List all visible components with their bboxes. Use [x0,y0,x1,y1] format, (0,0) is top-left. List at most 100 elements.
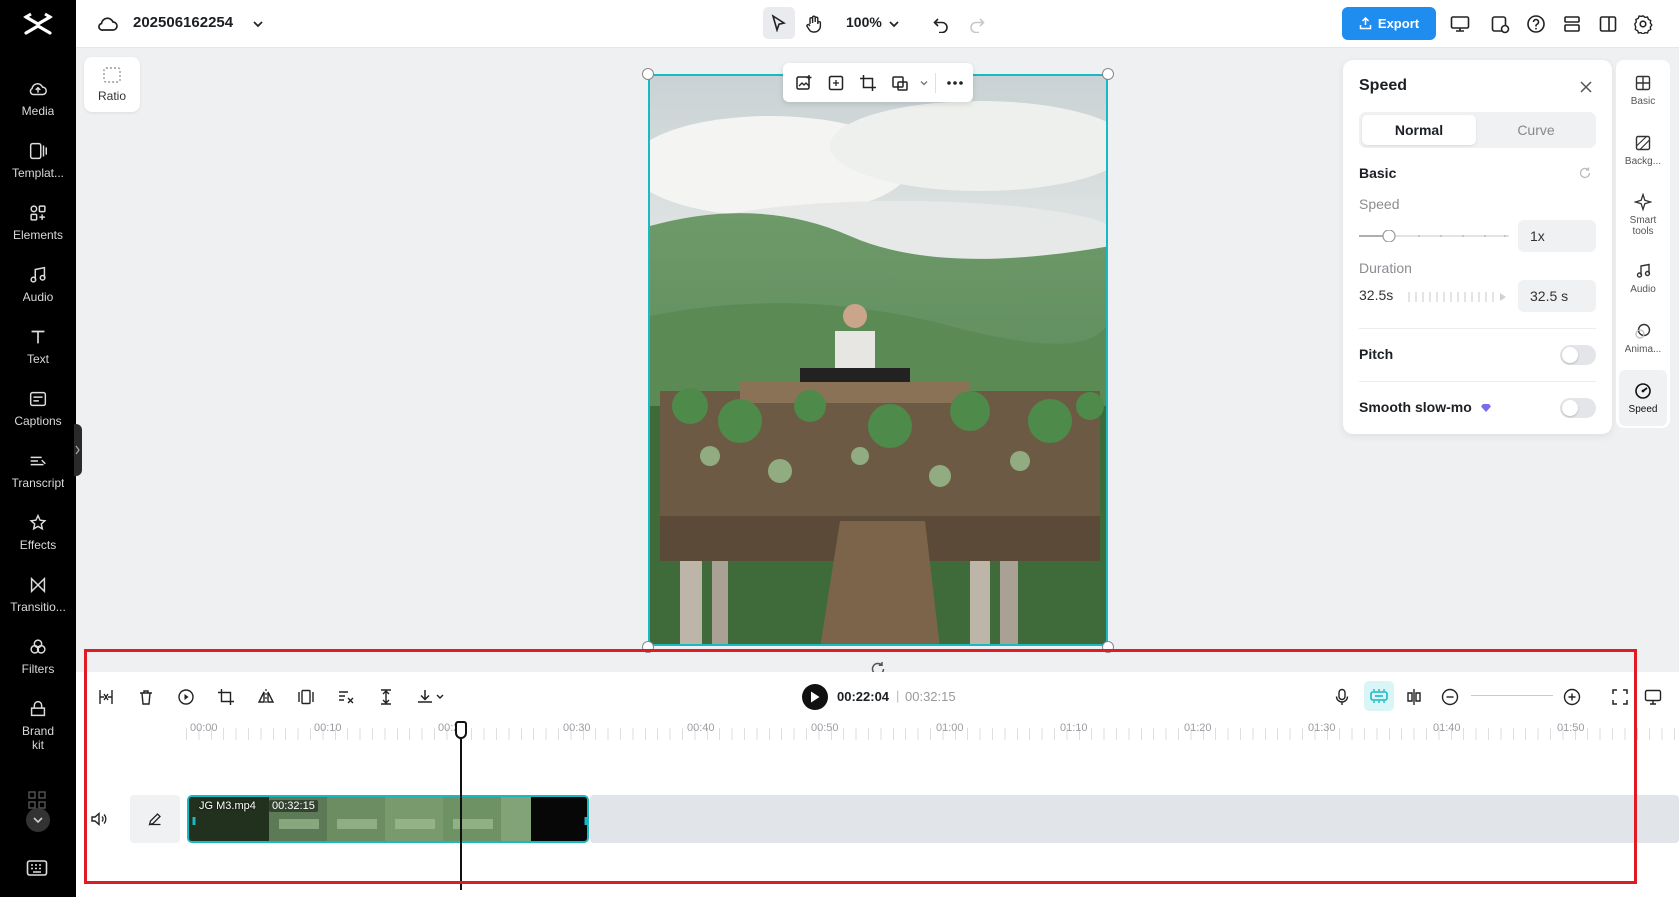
tab-speed[interactable]: Speed [1619,370,1667,426]
expand-more-button[interactable] [26,808,50,832]
settings-gear-icon[interactable] [1631,12,1655,36]
fit-screen-icon[interactable] [823,70,849,96]
speed-slider[interactable] [1359,230,1509,242]
flip-icon[interactable] [254,685,278,709]
panel-title: Speed [1359,77,1408,94]
review-icon[interactable] [1488,12,1512,36]
tab-audio[interactable]: Audio [1619,250,1667,306]
freeze-frame-icon[interactable] [294,685,318,709]
download-menu-button[interactable] [414,685,448,709]
track-mute-icon[interactable] [90,810,108,828]
chevron-down-icon[interactable] [919,70,929,96]
edit-cover-button[interactable] [130,795,180,843]
sidebar-item-media[interactable]: Media [0,78,76,134]
sidebar-item-label: Text [26,352,49,366]
keyboard-icon[interactable] [26,859,48,877]
video-preview[interactable] [648,74,1108,646]
resize-handle-top-left[interactable] [642,68,654,80]
pitch-toggle[interactable] [1560,345,1596,365]
chevron-down-icon[interactable] [246,12,270,36]
zoom-out-icon[interactable] [1438,685,1462,709]
apps-grid-icon[interactable] [28,791,46,809]
divider [1359,328,1596,329]
tab-label: Speed [1628,403,1658,415]
replace-image-icon[interactable] [791,70,817,96]
timeline-zoom-slider[interactable] [1471,695,1553,696]
mask-icon[interactable] [887,70,913,96]
hand-tool-button[interactable] [802,12,826,36]
tab-smart-tools[interactable]: Smart tools [1619,184,1667,246]
smooth-slowmo-label: Smooth slow-mo [1359,399,1492,415]
template-icon [29,142,47,160]
toolbar-divider [935,72,936,93]
playhead-handle[interactable] [455,721,467,739]
undo-icon[interactable] [929,12,953,36]
tab-animation[interactable]: Anima... [1619,310,1667,366]
sidebar-item-captions[interactable]: Captions [0,388,76,444]
zoom-chevron-down-icon[interactable] [882,12,906,36]
tab-background[interactable]: Backg... [1619,122,1667,178]
sidebar-item-elements[interactable]: Elements [0,202,76,258]
split-scene-icon[interactable] [1402,685,1426,709]
play-button[interactable] [802,684,828,710]
zoom-level[interactable]: 100% [846,14,882,30]
delete-icon[interactable] [134,685,158,709]
sidebar-item-filters[interactable]: Filters [0,636,76,692]
fullscreen-icon[interactable] [1608,685,1632,709]
playhead-line[interactable] [460,722,462,890]
duration-slider[interactable] [1407,291,1507,303]
download-icon [418,690,444,703]
sidebar-item-audio[interactable]: Audio [0,264,76,320]
layout-icon[interactable] [1596,12,1620,36]
ratio-button[interactable]: Ratio [84,57,140,112]
duration-input[interactable]: 32.5 s [1518,280,1596,312]
ratio-label: Ratio [97,89,126,103]
export-button[interactable]: Export [1342,7,1436,40]
resize-handle-top-right[interactable] [1102,68,1114,80]
preview-monitor-icon[interactable] [1641,685,1665,709]
sidebar-item-effects[interactable]: Effects [0,512,76,568]
project-name[interactable]: 202506162254 [133,14,233,31]
microphone-icon[interactable] [1330,685,1354,709]
speed-icon [1635,382,1651,399]
play-icon [811,691,820,703]
crop-tool-icon[interactable] [214,685,238,709]
ruler-label: 01:20 [1184,722,1212,734]
sidebar-item-text[interactable]: Text [0,326,76,382]
help-icon[interactable] [1524,12,1548,36]
speed-input[interactable]: 1x [1518,220,1596,252]
timeline-ruler[interactable]: 00:00 00:10 00:20 00:30 00:40 00:50 01:0… [186,722,1679,744]
sidebar-item-transitions[interactable]: Transitio... [0,574,76,630]
close-icon[interactable] [1577,78,1595,96]
tab-curve[interactable]: Curve [1479,115,1593,145]
sidebar-item-label: Audio [22,290,54,304]
remove-background-icon[interactable] [334,685,358,709]
tab-basic[interactable]: Basic [1619,62,1667,118]
trim-icon[interactable] [374,685,398,709]
speed-tool-icon[interactable] [174,685,198,709]
sidebar-item-templates[interactable]: Templat... [0,140,76,196]
redo-icon[interactable] [965,12,989,36]
zoom-in-icon[interactable] [1560,685,1584,709]
resize-handle-bottom-left[interactable] [642,641,654,653]
video-track[interactable] [590,795,1679,843]
split-icon[interactable] [94,685,118,709]
reset-icon[interactable] [1578,166,1592,180]
select-tool-button[interactable] [763,7,795,39]
video-clip[interactable]: JG M3.mp4 00:32:15 [187,795,589,843]
sidebar-item-transcript[interactable]: Transcript [0,450,76,506]
more-options-icon[interactable] [942,70,968,96]
tab-normal[interactable]: Normal [1362,115,1476,145]
resize-handle-bottom-right[interactable] [1102,641,1114,653]
auto-snap-button[interactable] [1364,681,1394,711]
sidebar-item-brand-kit[interactable]: Brand kit [0,698,76,754]
crop-icon[interactable] [855,70,881,96]
pitch-label: Pitch [1359,346,1394,362]
cloud-sync-icon[interactable] [96,12,120,36]
export-icon [1359,17,1372,30]
capcut-logo[interactable] [22,10,54,40]
sidebar-collapse-handle[interactable] [74,424,82,476]
smooth-slowmo-toggle[interactable] [1560,398,1596,418]
present-icon[interactable] [1448,12,1472,36]
layers-icon[interactable] [1560,12,1584,36]
